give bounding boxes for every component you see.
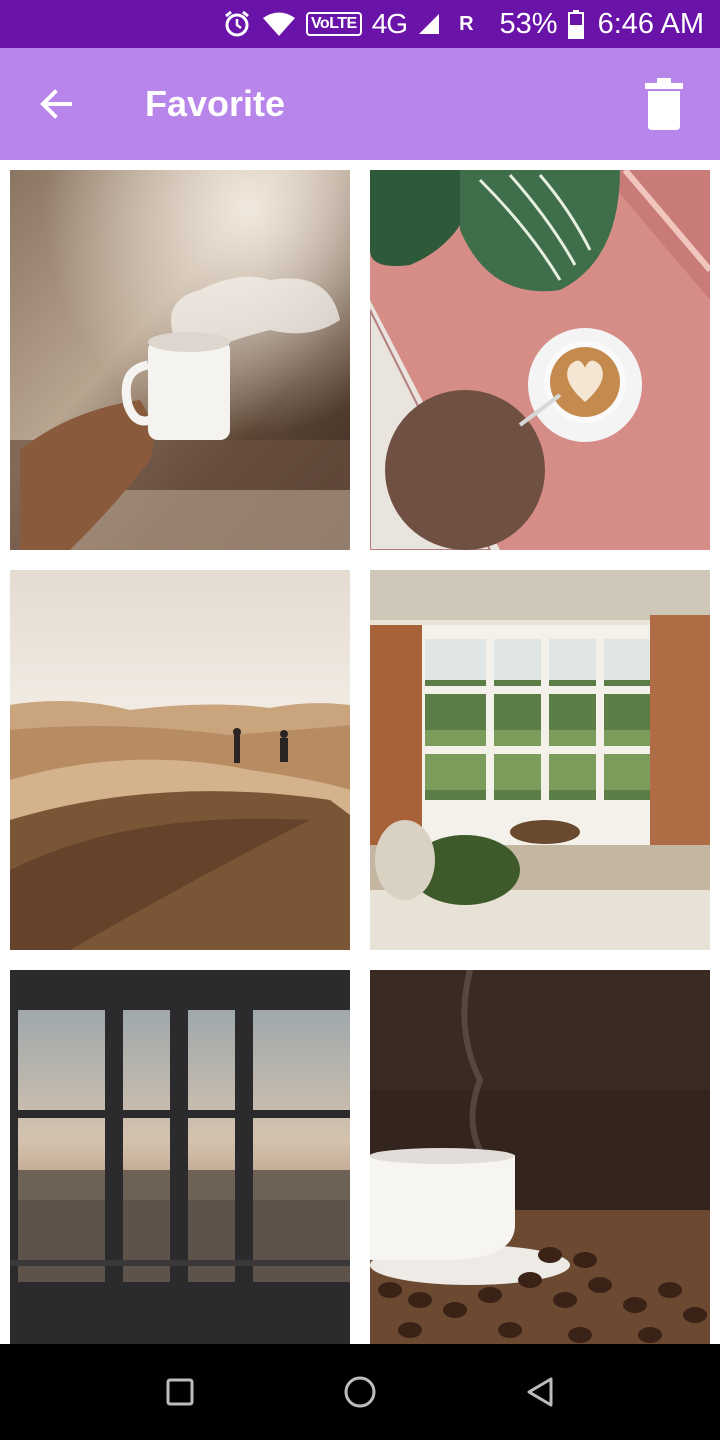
back-button[interactable] [28, 76, 84, 132]
favorite-photo-desert-dunes[interactable] [10, 570, 350, 950]
system-back-button[interactable] [512, 1364, 568, 1420]
signal-icon [417, 12, 441, 36]
home-button[interactable] [332, 1364, 388, 1420]
navigation-bar [0, 1344, 720, 1440]
favorite-photo-window-seat[interactable] [370, 570, 710, 950]
wifi-icon [262, 11, 296, 37]
favorites-grid [10, 170, 710, 1344]
battery-icon [567, 9, 584, 39]
favorite-photo-coffee-hand[interactable] [10, 170, 350, 550]
favorite-photo-city-window[interactable] [10, 970, 350, 1344]
delete-button[interactable] [636, 76, 692, 132]
status-bar: VoLTE 4G R 53% 6:46 AM [0, 0, 720, 48]
clock: 6:46 AM [597, 7, 704, 40]
recent-apps-icon [166, 1378, 194, 1406]
app-bar: Favorite [0, 48, 720, 160]
back-icon [527, 1377, 553, 1407]
home-icon [344, 1376, 376, 1408]
roaming-indicator: R [459, 12, 474, 35]
trash-icon [645, 78, 683, 130]
battery-percentage: 53% [499, 7, 558, 40]
arrow-back-icon [40, 89, 72, 119]
favorite-photo-latte-pink-table[interactable] [370, 170, 710, 550]
favorite-photo-coffee-beans[interactable] [370, 970, 710, 1344]
network-type: 4G [371, 8, 408, 39]
recent-apps-button[interactable] [152, 1364, 208, 1420]
page-title: Favorite [145, 83, 286, 124]
alarm-icon [222, 9, 252, 39]
volte-indicator: VoLTE [305, 12, 362, 36]
